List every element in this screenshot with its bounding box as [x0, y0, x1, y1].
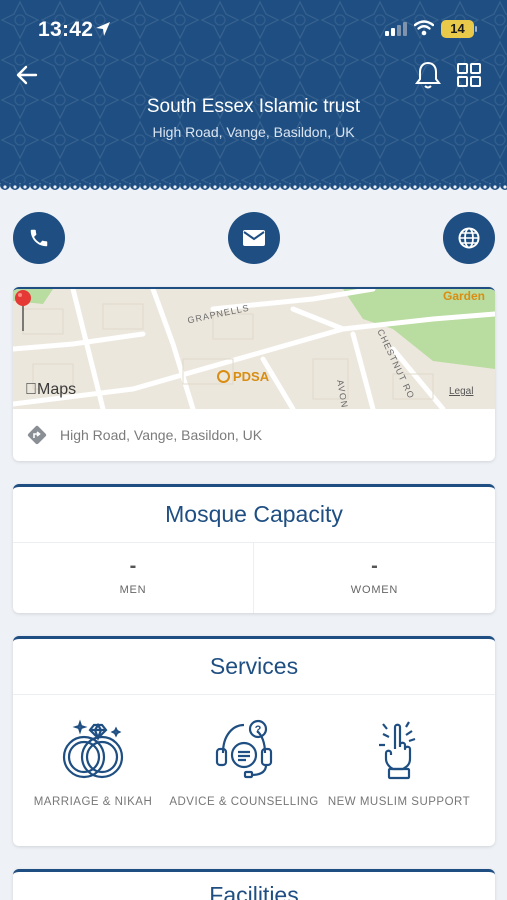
status-bar: 13:42 14 [0, 0, 507, 58]
legal-link[interactable]: Legal [449, 386, 473, 397]
services-card: Services MARRIAGE & NIKAH ? ADVICE & COU… [13, 636, 495, 846]
globe-icon [458, 227, 480, 249]
capacity-men: - MEN [13, 543, 254, 613]
header-scallop-border [0, 183, 507, 195]
map-pin-icon[interactable] [13, 289, 33, 333]
directions-icon [27, 425, 47, 445]
service-counselling[interactable]: ? ADVICE & COUNSELLING [164, 719, 324, 809]
service-label: MARRIAGE & NIKAH [33, 796, 153, 808]
address-text: High Road, Vange, Basildon, UK [60, 427, 263, 443]
services-heading: Services [13, 639, 495, 695]
rings-icon [62, 719, 124, 779]
cellular-signal-icon [385, 22, 407, 36]
headset-question-icon: ? [215, 719, 273, 779]
grid-menu-icon[interactable] [456, 62, 482, 88]
page-title: South Essex Islamic trust [146, 96, 361, 117]
men-capacity-label: MEN [119, 584, 147, 596]
phone-icon [30, 229, 48, 247]
back-arrow-icon[interactable] [14, 62, 40, 88]
page-subtitle: High Road, Vange, Basildon, UK [152, 124, 355, 140]
capacity-women: - WOMEN [254, 543, 495, 613]
map-view[interactable]: GRAPNELLS CHESTNUT RO AVON PDSA Garden … [13, 289, 495, 409]
service-label: NEW MUSLIM SUPPORT [327, 796, 471, 808]
call-button[interactable] [13, 212, 65, 264]
location-arrow-icon [96, 22, 110, 36]
men-capacity-value: - [129, 555, 137, 577]
map-poi-garden: Garden [443, 289, 486, 303]
battery-cap [475, 26, 477, 32]
raised-finger-icon [379, 721, 416, 780]
women-capacity-value: - [371, 555, 378, 577]
mail-icon [243, 230, 265, 246]
wifi-icon [414, 20, 434, 36]
directions-row[interactable]: High Road, Vange, Basildon, UK [13, 409, 495, 461]
service-new-muslim[interactable]: NEW MUSLIM SUPPORT [319, 719, 479, 809]
status-time: 13:42 [38, 18, 94, 41]
svg-text:?: ? [255, 724, 262, 736]
women-capacity-label: WOMEN [350, 584, 399, 596]
service-label: ADVICE & COUNSELLING [169, 796, 319, 808]
map-roads [13, 289, 495, 409]
poi-dot-icon [217, 370, 230, 383]
capacity-card: Mosque Capacity - MEN - WOMEN [13, 484, 495, 613]
battery-indicator: 14 [441, 20, 474, 38]
location-card: GRAPNELLS CHESTNUT RO AVON PDSA Garden … [13, 287, 495, 461]
website-button[interactable] [443, 212, 495, 264]
header: 13:42 14 South Essex Islamic trust High … [0, 0, 507, 195]
facilities-heading: Facilities [209, 882, 299, 900]
apple-maps-logo: Maps [25, 381, 76, 398]
facilities-card: Facilities [13, 869, 495, 900]
email-button[interactable] [228, 212, 280, 264]
map-poi-pdsa: PDSA [217, 369, 269, 384]
capacity-heading: Mosque Capacity [13, 487, 495, 543]
bell-icon[interactable] [415, 60, 441, 90]
service-marriage[interactable]: MARRIAGE & NIKAH [13, 719, 173, 809]
